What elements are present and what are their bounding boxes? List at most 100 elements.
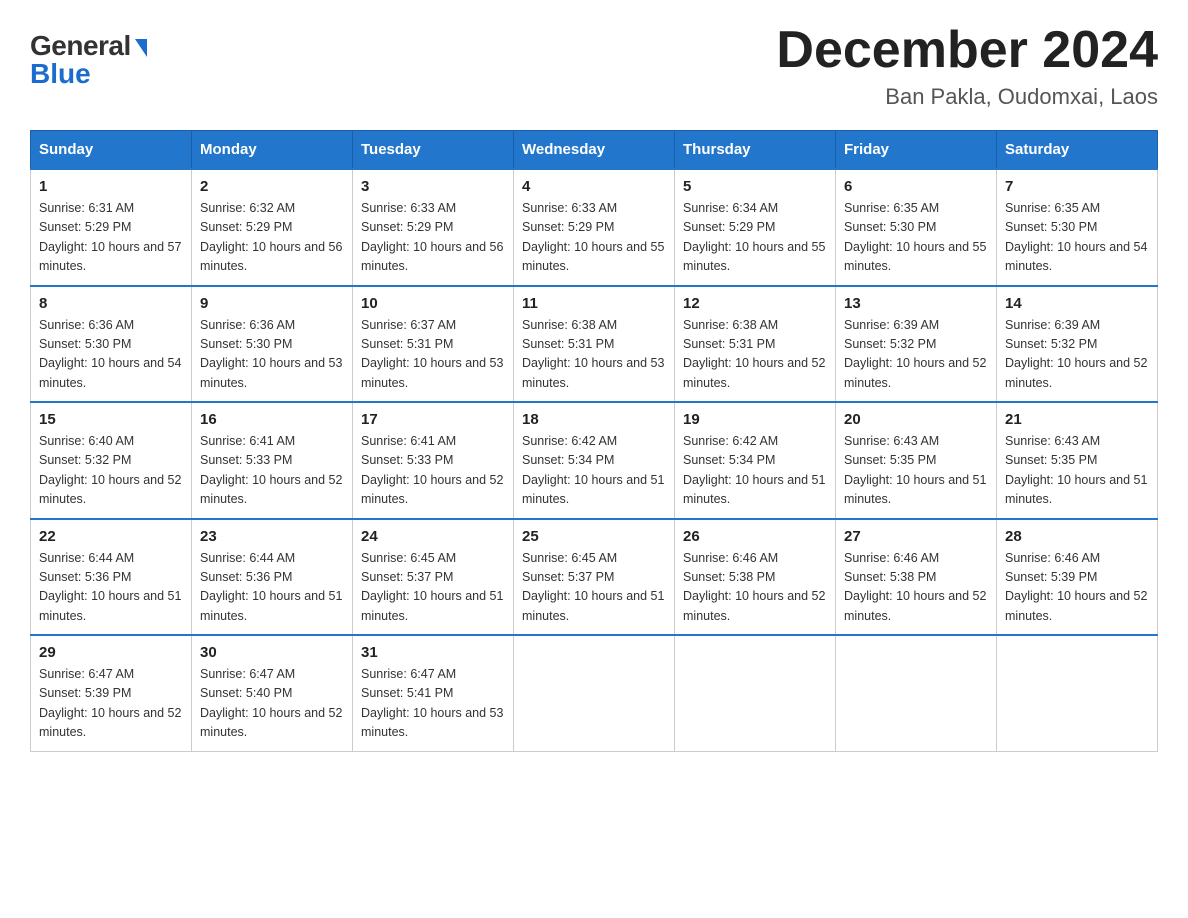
day-info: Sunrise: 6:45 AMSunset: 5:37 PMDaylight:… (361, 551, 503, 623)
day-info: Sunrise: 6:38 AMSunset: 5:31 PMDaylight:… (683, 318, 825, 390)
col-monday: Monday (192, 131, 353, 170)
table-row (836, 635, 997, 751)
table-row: 28 Sunrise: 6:46 AMSunset: 5:39 PMDaylig… (997, 519, 1158, 636)
table-row: 18 Sunrise: 6:42 AMSunset: 5:34 PMDaylig… (514, 402, 675, 519)
table-row: 29 Sunrise: 6:47 AMSunset: 5:39 PMDaylig… (31, 635, 192, 751)
page-header: General Blue December 2024 Ban Pakla, Ou… (30, 20, 1158, 110)
table-row: 15 Sunrise: 6:40 AMSunset: 5:32 PMDaylig… (31, 402, 192, 519)
table-row (675, 635, 836, 751)
table-row: 13 Sunrise: 6:39 AMSunset: 5:32 PMDaylig… (836, 286, 997, 403)
col-saturday: Saturday (997, 131, 1158, 170)
day-number: 14 (1005, 295, 1149, 312)
table-row: 30 Sunrise: 6:47 AMSunset: 5:40 PMDaylig… (192, 635, 353, 751)
day-number: 25 (522, 528, 666, 545)
calendar-week-row: 29 Sunrise: 6:47 AMSunset: 5:39 PMDaylig… (31, 635, 1158, 751)
col-sunday: Sunday (31, 131, 192, 170)
day-info: Sunrise: 6:41 AMSunset: 5:33 PMDaylight:… (361, 434, 503, 506)
day-info: Sunrise: 6:39 AMSunset: 5:32 PMDaylight:… (1005, 318, 1147, 390)
day-number: 1 (39, 178, 183, 195)
table-row: 31 Sunrise: 6:47 AMSunset: 5:41 PMDaylig… (353, 635, 514, 751)
day-number: 9 (200, 295, 344, 312)
logo-blue-text: Blue (30, 58, 91, 90)
table-row: 16 Sunrise: 6:41 AMSunset: 5:33 PMDaylig… (192, 402, 353, 519)
day-number: 22 (39, 528, 183, 545)
day-number: 24 (361, 528, 505, 545)
table-row: 5 Sunrise: 6:34 AMSunset: 5:29 PMDayligh… (675, 169, 836, 286)
day-info: Sunrise: 6:43 AMSunset: 5:35 PMDaylight:… (844, 434, 986, 506)
calendar-week-row: 22 Sunrise: 6:44 AMSunset: 5:36 PMDaylig… (31, 519, 1158, 636)
location-subtitle: Ban Pakla, Oudomxai, Laos (776, 84, 1158, 110)
day-info: Sunrise: 6:47 AMSunset: 5:40 PMDaylight:… (200, 667, 342, 739)
day-number: 20 (844, 411, 988, 428)
logo: General Blue (30, 30, 147, 90)
table-row: 21 Sunrise: 6:43 AMSunset: 5:35 PMDaylig… (997, 402, 1158, 519)
month-title: December 2024 (776, 20, 1158, 80)
day-info: Sunrise: 6:35 AMSunset: 5:30 PMDaylight:… (1005, 201, 1147, 273)
title-section: December 2024 Ban Pakla, Oudomxai, Laos (776, 20, 1158, 110)
table-row: 20 Sunrise: 6:43 AMSunset: 5:35 PMDaylig… (836, 402, 997, 519)
day-info: Sunrise: 6:47 AMSunset: 5:41 PMDaylight:… (361, 667, 503, 739)
day-info: Sunrise: 6:46 AMSunset: 5:38 PMDaylight:… (844, 551, 986, 623)
day-info: Sunrise: 6:46 AMSunset: 5:38 PMDaylight:… (683, 551, 825, 623)
day-number: 18 (522, 411, 666, 428)
day-number: 5 (683, 178, 827, 195)
day-number: 21 (1005, 411, 1149, 428)
day-number: 29 (39, 644, 183, 661)
table-row: 12 Sunrise: 6:38 AMSunset: 5:31 PMDaylig… (675, 286, 836, 403)
table-row: 23 Sunrise: 6:44 AMSunset: 5:36 PMDaylig… (192, 519, 353, 636)
day-info: Sunrise: 6:33 AMSunset: 5:29 PMDaylight:… (522, 201, 664, 273)
day-info: Sunrise: 6:42 AMSunset: 5:34 PMDaylight:… (522, 434, 664, 506)
table-row: 17 Sunrise: 6:41 AMSunset: 5:33 PMDaylig… (353, 402, 514, 519)
day-info: Sunrise: 6:39 AMSunset: 5:32 PMDaylight:… (844, 318, 986, 390)
day-info: Sunrise: 6:45 AMSunset: 5:37 PMDaylight:… (522, 551, 664, 623)
day-info: Sunrise: 6:38 AMSunset: 5:31 PMDaylight:… (522, 318, 664, 390)
table-row: 24 Sunrise: 6:45 AMSunset: 5:37 PMDaylig… (353, 519, 514, 636)
day-info: Sunrise: 6:31 AMSunset: 5:29 PMDaylight:… (39, 201, 181, 273)
day-info: Sunrise: 6:44 AMSunset: 5:36 PMDaylight:… (39, 551, 181, 623)
day-number: 7 (1005, 178, 1149, 195)
day-number: 23 (200, 528, 344, 545)
table-row: 8 Sunrise: 6:36 AMSunset: 5:30 PMDayligh… (31, 286, 192, 403)
day-number: 27 (844, 528, 988, 545)
calendar-header-row: Sunday Monday Tuesday Wednesday Thursday… (31, 131, 1158, 170)
table-row: 26 Sunrise: 6:46 AMSunset: 5:38 PMDaylig… (675, 519, 836, 636)
day-number: 16 (200, 411, 344, 428)
col-thursday: Thursday (675, 131, 836, 170)
table-row: 4 Sunrise: 6:33 AMSunset: 5:29 PMDayligh… (514, 169, 675, 286)
calendar-week-row: 8 Sunrise: 6:36 AMSunset: 5:30 PMDayligh… (31, 286, 1158, 403)
table-row: 2 Sunrise: 6:32 AMSunset: 5:29 PMDayligh… (192, 169, 353, 286)
day-number: 19 (683, 411, 827, 428)
day-number: 4 (522, 178, 666, 195)
day-number: 28 (1005, 528, 1149, 545)
table-row (514, 635, 675, 751)
day-number: 31 (361, 644, 505, 661)
table-row: 9 Sunrise: 6:36 AMSunset: 5:30 PMDayligh… (192, 286, 353, 403)
day-info: Sunrise: 6:32 AMSunset: 5:29 PMDaylight:… (200, 201, 342, 273)
table-row (997, 635, 1158, 751)
table-row: 7 Sunrise: 6:35 AMSunset: 5:30 PMDayligh… (997, 169, 1158, 286)
day-number: 13 (844, 295, 988, 312)
day-number: 12 (683, 295, 827, 312)
day-number: 10 (361, 295, 505, 312)
day-info: Sunrise: 6:46 AMSunset: 5:39 PMDaylight:… (1005, 551, 1147, 623)
day-info: Sunrise: 6:44 AMSunset: 5:36 PMDaylight:… (200, 551, 342, 623)
day-info: Sunrise: 6:40 AMSunset: 5:32 PMDaylight:… (39, 434, 181, 506)
col-tuesday: Tuesday (353, 131, 514, 170)
day-info: Sunrise: 6:47 AMSunset: 5:39 PMDaylight:… (39, 667, 181, 739)
day-info: Sunrise: 6:33 AMSunset: 5:29 PMDaylight:… (361, 201, 503, 273)
day-number: 26 (683, 528, 827, 545)
calendar-week-row: 1 Sunrise: 6:31 AMSunset: 5:29 PMDayligh… (31, 169, 1158, 286)
table-row: 14 Sunrise: 6:39 AMSunset: 5:32 PMDaylig… (997, 286, 1158, 403)
day-number: 30 (200, 644, 344, 661)
day-number: 17 (361, 411, 505, 428)
table-row: 11 Sunrise: 6:38 AMSunset: 5:31 PMDaylig… (514, 286, 675, 403)
calendar-week-row: 15 Sunrise: 6:40 AMSunset: 5:32 PMDaylig… (31, 402, 1158, 519)
day-info: Sunrise: 6:34 AMSunset: 5:29 PMDaylight:… (683, 201, 825, 273)
table-row: 1 Sunrise: 6:31 AMSunset: 5:29 PMDayligh… (31, 169, 192, 286)
day-info: Sunrise: 6:35 AMSunset: 5:30 PMDaylight:… (844, 201, 986, 273)
col-friday: Friday (836, 131, 997, 170)
table-row: 25 Sunrise: 6:45 AMSunset: 5:37 PMDaylig… (514, 519, 675, 636)
day-info: Sunrise: 6:37 AMSunset: 5:31 PMDaylight:… (361, 318, 503, 390)
col-wednesday: Wednesday (514, 131, 675, 170)
day-number: 3 (361, 178, 505, 195)
